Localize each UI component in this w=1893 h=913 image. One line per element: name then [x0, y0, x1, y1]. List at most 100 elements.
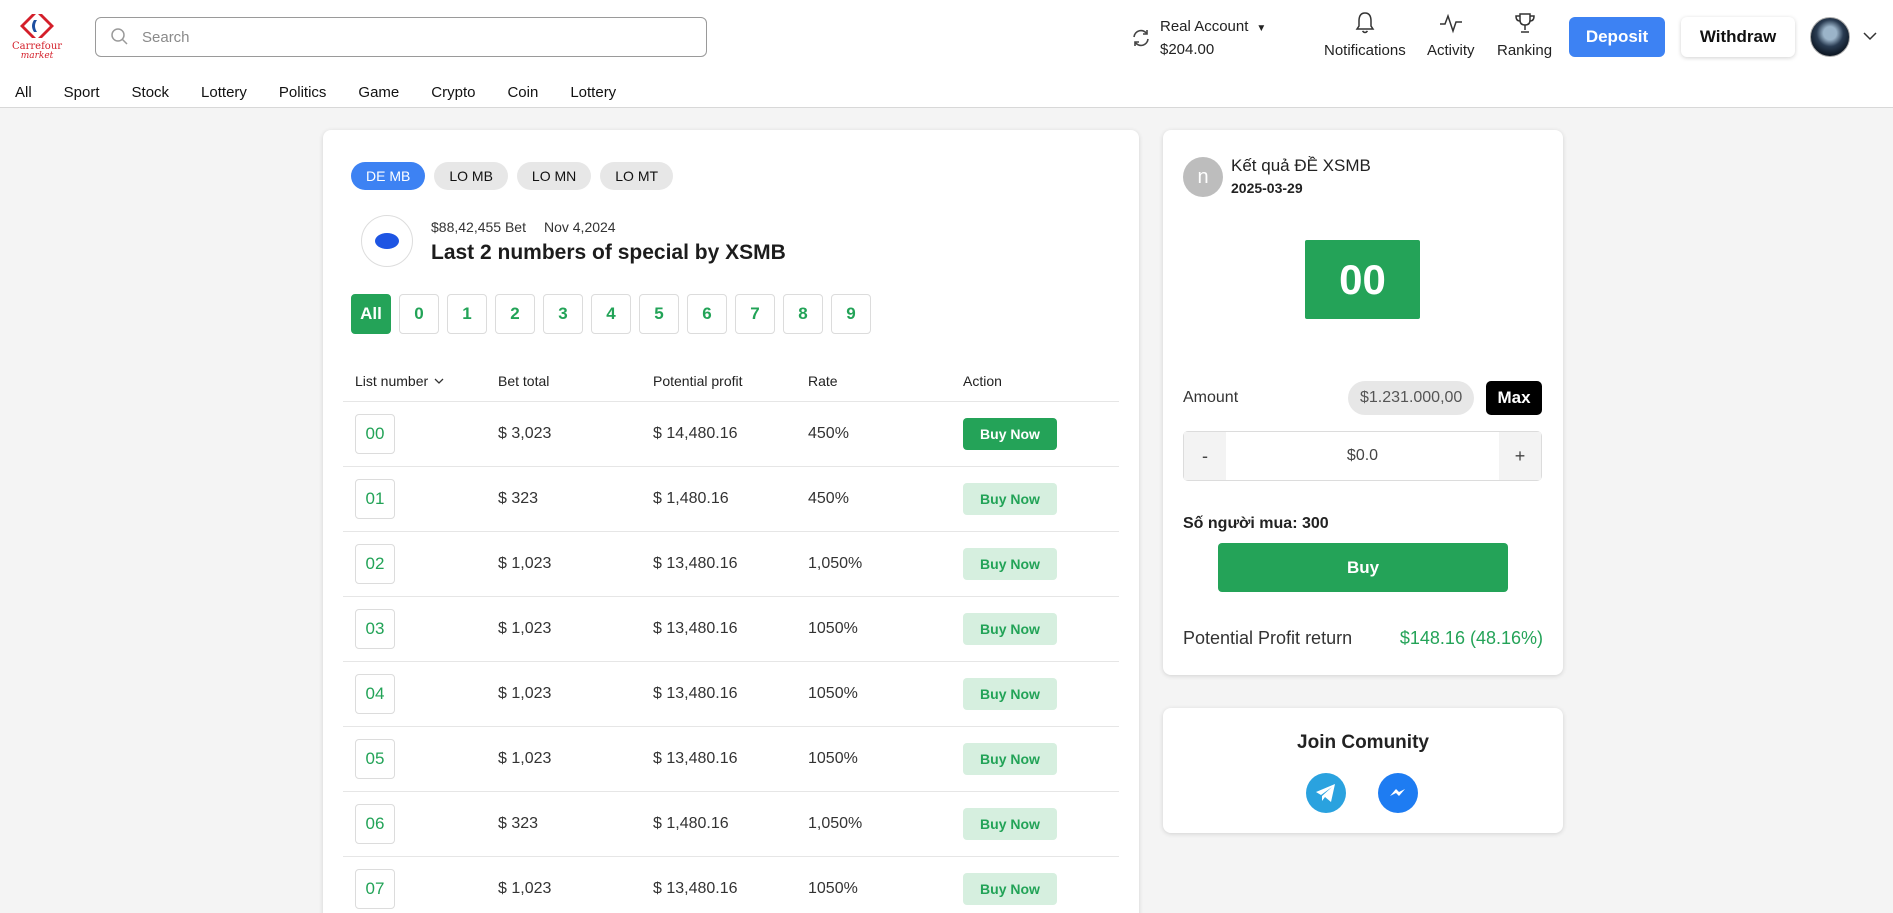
buy-now-button[interactable]: Buy Now	[963, 548, 1057, 580]
table-row: 04 $ 1,023 $ 13,480.16 1050% Buy Now	[343, 662, 1119, 727]
tab-lo-mb[interactable]: LO MB	[434, 162, 508, 190]
buy-now-button[interactable]: Buy Now	[963, 808, 1057, 840]
sort-chevron-icon[interactable]	[434, 376, 444, 386]
number-cell[interactable]: 06	[355, 804, 395, 844]
bet-total-cell: $ 1,023	[498, 685, 552, 702]
brand-logo[interactable]: Carrefour market	[12, 12, 62, 62]
number-cell[interactable]: 03	[355, 609, 395, 649]
rate-cell: 1050%	[808, 880, 858, 897]
filter-6[interactable]: 6	[687, 294, 727, 334]
number-cell[interactable]: 02	[355, 544, 395, 584]
nav-item-politics[interactable]: Politics	[279, 84, 327, 101]
buy-now-button[interactable]: Buy Now	[963, 743, 1057, 775]
nav-item-lottery-2[interactable]: Lottery	[570, 84, 616, 101]
number-cell[interactable]: 07	[355, 869, 395, 909]
refresh-icon[interactable]	[1130, 27, 1152, 49]
market-tabs: DE MB LO MB LO MN LO MT	[351, 162, 682, 190]
rate-cell: 1050%	[808, 750, 858, 767]
header-list-number[interactable]: List number	[343, 373, 498, 389]
community-card: Join Comunity	[1163, 708, 1563, 833]
trophy-icon	[1514, 13, 1535, 33]
filter-all[interactable]: All	[351, 294, 391, 334]
chevron-down-icon[interactable]	[1862, 28, 1878, 44]
brand-subname: market	[20, 51, 54, 61]
number-cell[interactable]: 01	[355, 479, 395, 519]
profit-cell: $ 13,480.16	[653, 880, 738, 897]
profit-cell: $ 1,480.16	[653, 815, 729, 832]
rate-cell: 1050%	[808, 685, 858, 702]
buy-button[interactable]: Buy	[1218, 543, 1508, 592]
nav-item-game[interactable]: Game	[358, 84, 399, 101]
buy-now-button[interactable]: Buy Now	[963, 483, 1057, 515]
user-avatar[interactable]	[1810, 17, 1850, 57]
nav-item-coin[interactable]: Coin	[507, 84, 538, 101]
nav-item-sport[interactable]: Sport	[64, 84, 100, 101]
digit-filters: All 0 1 2 3 4 5 6 7 8 9	[351, 294, 879, 334]
increase-button[interactable]: +	[1499, 432, 1541, 480]
ranking-button[interactable]: Ranking	[1497, 10, 1552, 59]
nav-item-lottery[interactable]: Lottery	[201, 84, 247, 101]
ranking-label: Ranking	[1497, 42, 1553, 59]
buy-now-button[interactable]: Buy Now	[963, 678, 1057, 710]
market-meta: $88,42,455 Bet Nov 4,2024	[431, 219, 616, 235]
blue-oval-icon	[375, 233, 399, 249]
nav-item-crypto[interactable]: Crypto	[431, 84, 475, 101]
rate-cell: 1,050%	[808, 815, 863, 832]
table-row: 01 $ 323 $ 1,480.16 450% Buy Now	[343, 467, 1119, 532]
filter-7[interactable]: 7	[735, 294, 775, 334]
header-potential-profit: Potential profit	[653, 372, 743, 389]
amount-input[interactable]	[1226, 432, 1499, 480]
bet-total-cell: $ 1,023	[498, 555, 552, 572]
bell-icon	[1355, 12, 1375, 34]
profit-cell: $ 1,480.16	[653, 490, 729, 507]
deposit-button[interactable]: Deposit	[1569, 17, 1665, 57]
numbers-table: List number Bet total Potential profit R…	[343, 360, 1119, 913]
tab-de-mb[interactable]: DE MB	[351, 162, 426, 190]
bet-total-cell: $ 3,023	[498, 425, 552, 442]
notifications-button[interactable]: Notifications	[1324, 10, 1406, 59]
caret-down-icon[interactable]: ▼	[1256, 23, 1266, 34]
top-header: Carrefour market All Sport Stock Lottery…	[0, 0, 1893, 108]
table-row: 07 $ 1,023 $ 13,480.16 1050% Buy Now	[343, 857, 1119, 913]
tab-lo-mt[interactable]: LO MT	[600, 162, 674, 190]
filter-2[interactable]: 2	[495, 294, 535, 334]
market-card: DE MB LO MB LO MN LO MT $88,42,455 Bet No…	[323, 130, 1139, 913]
buy-now-button[interactable]: Buy Now	[963, 873, 1057, 905]
category-nav: All Sport Stock Lottery Politics Game Cr…	[15, 84, 648, 101]
nav-item-all[interactable]: All	[15, 84, 32, 101]
filter-0[interactable]: 0	[399, 294, 439, 334]
bet-total-cell: $ 323	[498, 490, 539, 507]
messenger-icon[interactable]	[1378, 773, 1418, 813]
account-type: Real Account ▼	[1160, 18, 1267, 35]
filter-3[interactable]: 3	[543, 294, 583, 334]
nav-item-stock[interactable]: Stock	[132, 84, 170, 101]
buy-now-button[interactable]: Buy Now	[963, 418, 1057, 450]
amount-label: Amount	[1183, 389, 1239, 406]
profit-cell: $ 14,480.16	[653, 425, 738, 442]
filter-4[interactable]: 4	[591, 294, 631, 334]
search-input[interactable]	[142, 28, 682, 46]
decrease-button[interactable]: -	[1184, 432, 1226, 480]
withdraw-button[interactable]: Withdraw	[1681, 17, 1795, 57]
account-switcher[interactable]: Real Account ▼ $204.00	[1130, 16, 1266, 60]
buy-now-button[interactable]: Buy Now	[963, 613, 1057, 645]
profit-cell: $ 13,480.16	[653, 555, 738, 572]
table-row: 02 $ 1,023 $ 13,480.16 1,050% Buy Now	[343, 532, 1119, 597]
result-title: Kết quả ĐỀ XSMB	[1231, 156, 1371, 175]
search-bar[interactable]	[95, 17, 707, 57]
filter-9[interactable]: 9	[831, 294, 871, 334]
tab-lo-mn[interactable]: LO MN	[516, 162, 592, 190]
number-cell[interactable]: 05	[355, 739, 395, 779]
rate-cell: 450%	[808, 425, 849, 442]
max-button[interactable]: Max	[1486, 381, 1542, 415]
selected-number: 00	[1305, 240, 1420, 319]
activity-button[interactable]: Activity	[1427, 10, 1475, 59]
number-cell[interactable]: 04	[355, 674, 395, 714]
profit-cell: $ 13,480.16	[653, 620, 738, 637]
number-cell[interactable]: 00	[355, 414, 395, 454]
activity-label: Activity	[1427, 42, 1475, 59]
filter-1[interactable]: 1	[447, 294, 487, 334]
filter-5[interactable]: 5	[639, 294, 679, 334]
telegram-icon[interactable]	[1306, 773, 1346, 813]
filter-8[interactable]: 8	[783, 294, 823, 334]
